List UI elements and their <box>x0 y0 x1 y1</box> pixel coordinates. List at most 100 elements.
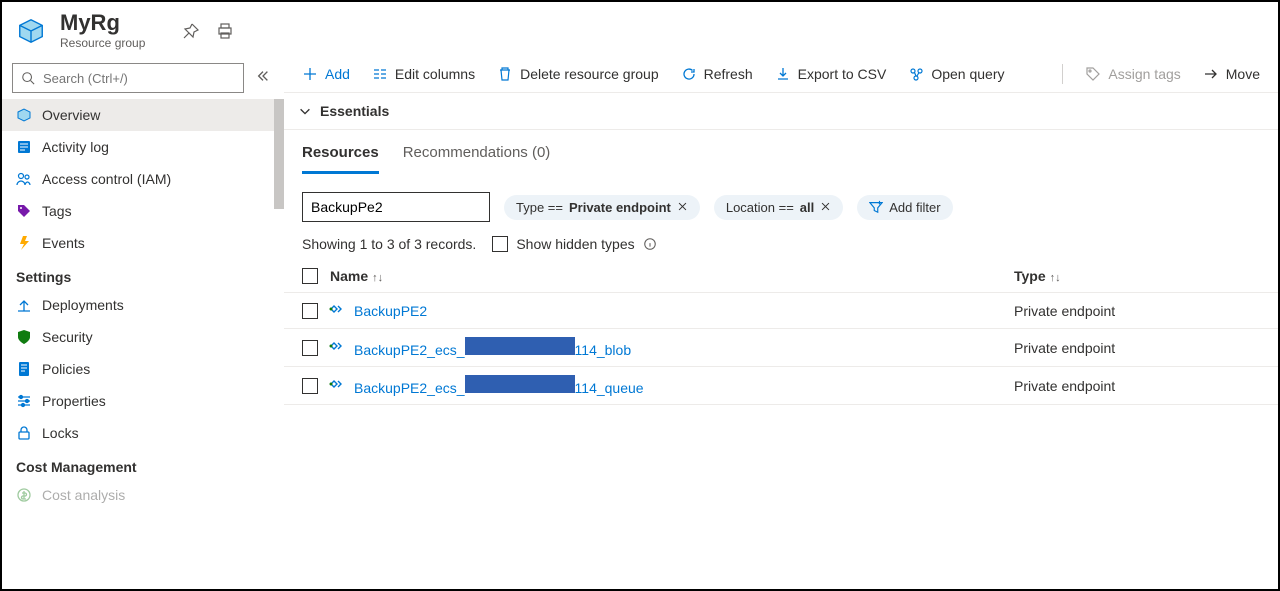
deploy-icon <box>16 297 32 313</box>
toolbar-divider <box>1062 64 1063 84</box>
sidebar-item-activity-log[interactable]: Activity log <box>2 131 284 163</box>
toolbar: Add Edit columns Delete resource group R… <box>284 56 1278 93</box>
table-row: BackupPE2 Private endpoint <box>284 293 1278 329</box>
event-icon <box>16 235 32 251</box>
open-query-button[interactable]: Open query <box>908 66 1004 82</box>
sidebar-nav: Overview Activity log Access control (IA… <box>2 99 284 589</box>
resource-group-icon <box>16 16 46 46</box>
sidebar-item-tags[interactable]: Tags <box>2 195 284 227</box>
private-endpoint-icon <box>328 338 344 357</box>
sidebar-item-events[interactable]: Events <box>2 227 284 259</box>
records-count: Showing 1 to 3 of 3 records. <box>302 236 476 252</box>
filter-name-input[interactable] <box>302 192 490 222</box>
sidebar-item-policies[interactable]: Policies <box>2 353 284 385</box>
sidebar-item-label: Properties <box>42 393 106 409</box>
sidebar-section-cost: Cost Management <box>2 449 284 479</box>
sidebar-item-cost-analysis[interactable]: Cost analysis <box>2 479 284 511</box>
move-button[interactable]: Move <box>1203 66 1260 82</box>
sidebar-search-input[interactable] <box>41 70 235 87</box>
sort-icon: ↑↓ <box>372 272 383 284</box>
sidebar-item-label: Tags <box>42 203 72 219</box>
chevron-down-icon <box>298 104 312 118</box>
export-button[interactable]: Export to CSV <box>775 66 887 82</box>
lock-icon <box>16 425 32 441</box>
add-button[interactable]: Add <box>302 66 350 82</box>
resource-link[interactable]: BackupPE2_ecs_114_blob <box>354 337 631 358</box>
shield-icon <box>16 329 32 345</box>
sidebar-item-label: Locks <box>42 425 79 441</box>
sidebar-item-security[interactable]: Security <box>2 321 284 353</box>
page-title: MyRg <box>60 12 145 34</box>
edit-columns-button[interactable]: Edit columns <box>372 66 475 82</box>
tab-recommendations[interactable]: Recommendations (0) <box>403 144 551 174</box>
resource-type: Private endpoint <box>1014 378 1260 394</box>
essentials-toggle[interactable]: Essentials <box>284 93 1278 130</box>
resource-link[interactable]: BackupPE2_ecs_114_queue <box>354 375 644 396</box>
table-header: Name↑↓ Type↑↓ <box>284 260 1278 293</box>
table-body: BackupPE2Private endpointBackupPE2_ecs_1… <box>284 293 1278 405</box>
checkbox-icon <box>492 236 508 252</box>
sidebar-item-label: Security <box>42 329 93 345</box>
cube-icon <box>16 107 32 123</box>
sidebar-item-overview[interactable]: Overview <box>2 99 284 131</box>
column-type-header[interactable]: Type↑↓ <box>1014 268 1061 284</box>
sidebar-item-locks[interactable]: Locks <box>2 417 284 449</box>
sidebar-item-label: Activity log <box>42 139 109 155</box>
row-checkbox[interactable] <box>302 303 318 319</box>
pin-icon[interactable] <box>183 23 199 39</box>
sort-icon: ↑↓ <box>1050 272 1061 284</box>
delete-button[interactable]: Delete resource group <box>497 66 659 82</box>
row-checkbox[interactable] <box>302 378 318 394</box>
row-checkbox[interactable] <box>302 340 318 356</box>
info-icon <box>643 237 657 251</box>
close-icon[interactable] <box>820 200 831 215</box>
sidebar-item-deployments[interactable]: Deployments <box>2 289 284 321</box>
add-filter-button[interactable]: Add filter <box>857 195 952 220</box>
main-content: Add Edit columns Delete resource group R… <box>284 56 1278 589</box>
page-subtitle: Resource group <box>60 36 145 50</box>
cost-icon <box>16 487 32 503</box>
sidebar-section-settings: Settings <box>2 259 284 289</box>
properties-icon <box>16 393 32 409</box>
policy-icon <box>16 361 32 377</box>
private-endpoint-icon <box>328 301 344 320</box>
content-tabs: Resources Recommendations (0) <box>284 130 1278 174</box>
resource-type: Private endpoint <box>1014 303 1260 319</box>
sidebar-item-label: Policies <box>42 361 90 377</box>
redacted-segment <box>465 337 575 355</box>
show-hidden-checkbox[interactable]: Show hidden types <box>492 236 656 252</box>
assign-tags-button[interactable]: Assign tags <box>1085 66 1180 82</box>
sidebar-search[interactable] <box>12 63 244 93</box>
collapse-sidebar-icon[interactable] <box>252 69 274 88</box>
column-name-header[interactable]: Name↑↓ <box>330 268 383 284</box>
tab-resources[interactable]: Resources <box>302 144 379 174</box>
resource-link[interactable]: BackupPE2 <box>354 303 427 319</box>
iam-icon <box>16 171 32 187</box>
log-icon <box>16 139 32 155</box>
sidebar-scrollbar[interactable] <box>274 99 284 589</box>
filter-pill-location[interactable]: Location == all <box>714 195 843 220</box>
resource-type: Private endpoint <box>1014 340 1260 356</box>
redacted-segment <box>465 375 575 393</box>
table-row: BackupPE2_ecs_114_blob Private endpoint <box>284 329 1278 367</box>
refresh-button[interactable]: Refresh <box>681 66 753 82</box>
sidebar-item-iam[interactable]: Access control (IAM) <box>2 163 284 195</box>
table-row: BackupPE2_ecs_114_queue Private endpoint <box>284 367 1278 405</box>
sidebar-item-properties[interactable]: Properties <box>2 385 284 417</box>
filter-pill-type[interactable]: Type == Private endpoint <box>504 195 700 220</box>
sidebar: Overview Activity log Access control (IA… <box>2 56 284 589</box>
sidebar-item-label: Access control (IAM) <box>42 171 171 187</box>
select-all-checkbox[interactable] <box>302 268 318 284</box>
tag-icon <box>16 203 32 219</box>
sidebar-item-label: Cost analysis <box>42 487 125 503</box>
sidebar-item-label: Events <box>42 235 85 251</box>
private-endpoint-icon <box>328 376 344 395</box>
page-header: MyRg Resource group <box>2 2 1278 56</box>
filter-icon <box>869 200 883 214</box>
status-row: Showing 1 to 3 of 3 records. Show hidden… <box>284 222 1278 260</box>
sidebar-item-label: Deployments <box>42 297 124 313</box>
close-icon[interactable] <box>677 200 688 215</box>
filter-bar: Type == Private endpoint Location == all… <box>284 174 1278 222</box>
sidebar-item-label: Overview <box>42 107 100 123</box>
print-icon[interactable] <box>217 23 233 39</box>
